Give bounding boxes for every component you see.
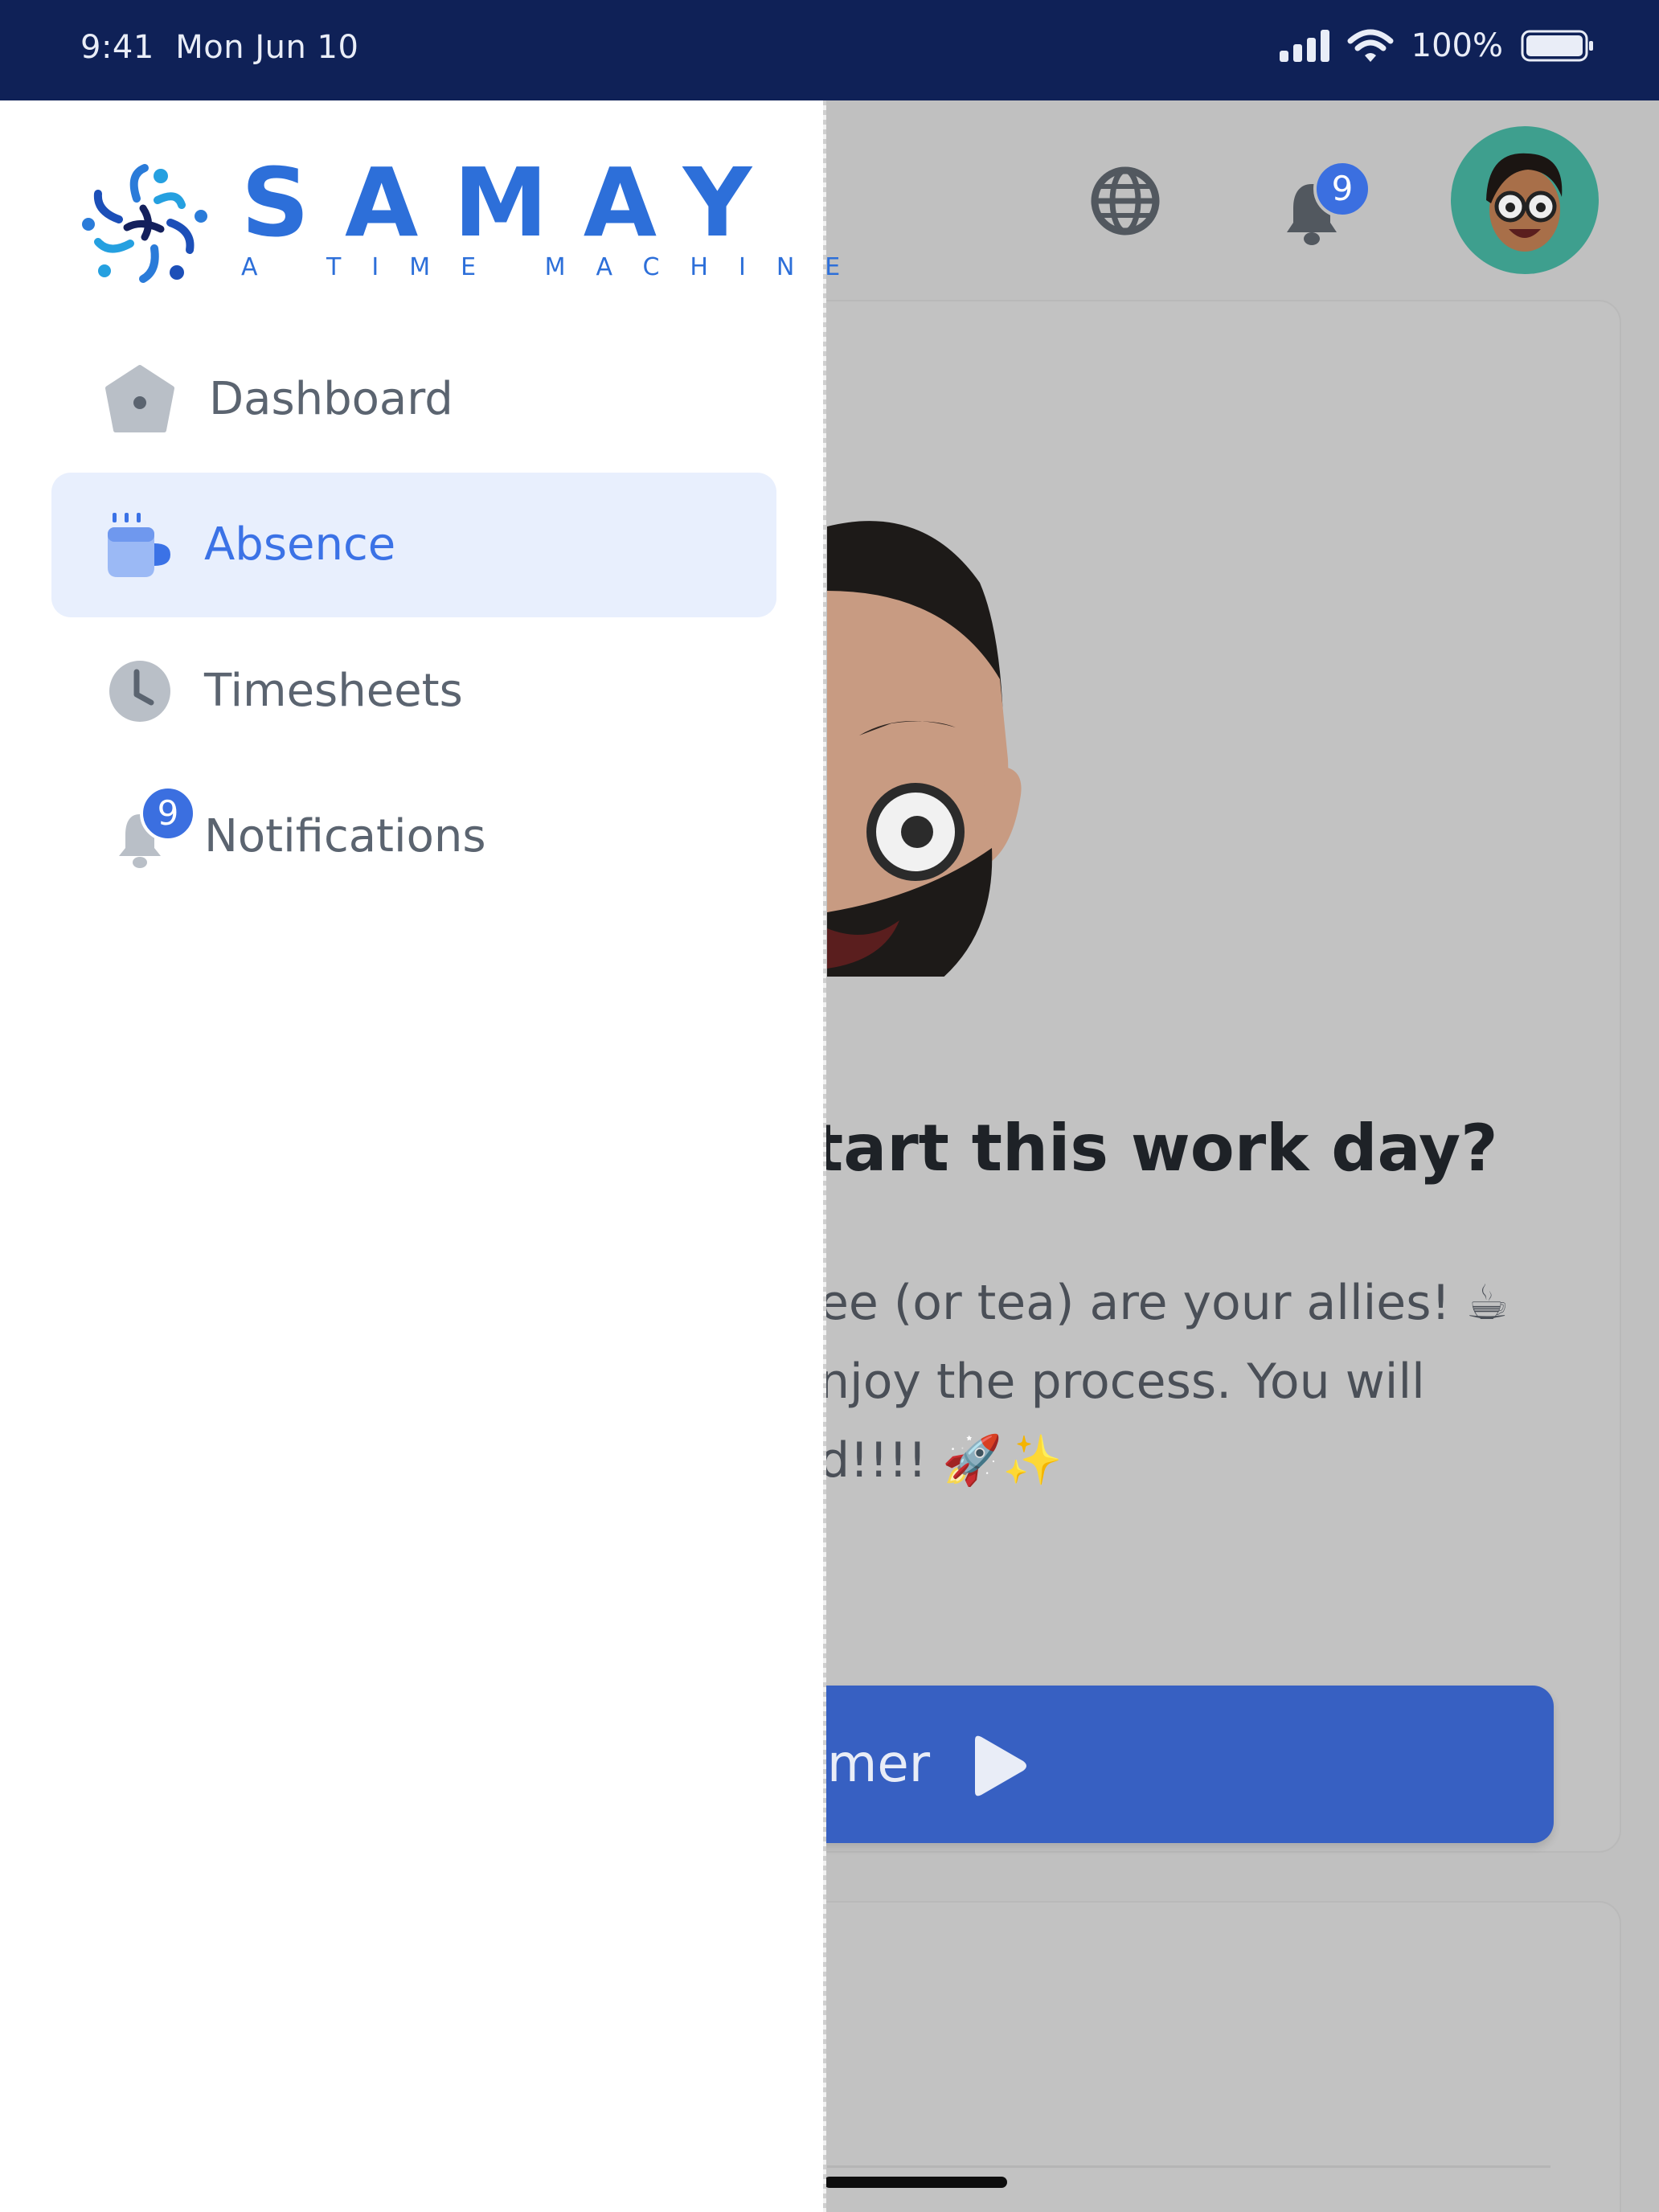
welcome-body-line: d!!!! 🚀✨	[825, 1432, 1063, 1489]
wifi-icon	[1347, 29, 1394, 62]
welcome-body-line: ee (or tea) are your allies! ☕	[825, 1275, 1509, 1331]
home-indicator	[825, 2177, 1007, 2188]
navigation-drawer: SAMAY A TIME MACHINE Dashboard Absence T…	[0, 100, 840, 2212]
sidebar-item-label: Absence	[204, 518, 396, 571]
home-icon	[105, 365, 174, 432]
welcome-body: ee (or tea) are your allies! ☕ njoy the …	[825, 1264, 1509, 1500]
brand-tagline: A TIME MACHINE	[241, 253, 871, 281]
secondary-card	[825, 1901, 1621, 2212]
sidebar-item-label: Notifications	[204, 810, 486, 862]
sidebar-item-timesheets[interactable]: Timesheets	[51, 619, 776, 764]
drawer-edge	[823, 100, 826, 2212]
status-date: Mon Jun 10	[175, 29, 359, 66]
sidebar-item-label: Timesheets	[204, 665, 463, 717]
welcome-card: tart this work day? ee (or tea) are your…	[825, 300, 1621, 1853]
welcome-body-line: njoy the process. You will	[825, 1354, 1425, 1410]
status-indicators: 100%	[1279, 27, 1595, 64]
sidebar-item-notifications[interactable]: 9 Notifications	[51, 764, 776, 909]
coffee-cup-icon	[108, 513, 170, 577]
sidebar-item-label: Dashboard	[209, 373, 453, 425]
header-notification-badge: 9	[1313, 160, 1371, 218]
clock-icon	[109, 661, 170, 722]
start-timer-label: mer	[827, 1735, 931, 1794]
main-content: 9 tart this work day? ee (or tea) are yo…	[825, 100, 1659, 2212]
battery-percent: 100%	[1411, 27, 1503, 64]
sidebar-item-absence[interactable]: Absence	[51, 473, 776, 617]
globe-icon[interactable]	[1089, 165, 1161, 237]
status-bar: 9:41 Mon Jun 10 100%	[0, 0, 1659, 100]
start-timer-button[interactable]: mer	[825, 1686, 1554, 1843]
battery-icon	[1521, 30, 1593, 62]
samay-logo-icon	[82, 164, 207, 283]
header-notifications-button[interactable]: 9	[1284, 160, 1380, 255]
play-icon	[975, 1735, 1026, 1796]
status-time: 9:41 Mon Jun 10	[80, 29, 358, 66]
notification-badge: 9	[140, 785, 196, 842]
sidebar-item-dashboard[interactable]: Dashboard	[51, 327, 776, 472]
memoji-illustration	[827, 521, 1022, 977]
avatar-face	[1486, 153, 1563, 252]
brand-name: SAMAY	[241, 147, 788, 258]
avatar[interactable]	[1451, 126, 1599, 274]
welcome-headline: tart this work day?	[825, 1111, 1498, 1186]
card-divider	[827, 2165, 1550, 2168]
status-time-clock: 9:41	[80, 29, 154, 66]
cellular-signal-icon	[1279, 30, 1329, 62]
